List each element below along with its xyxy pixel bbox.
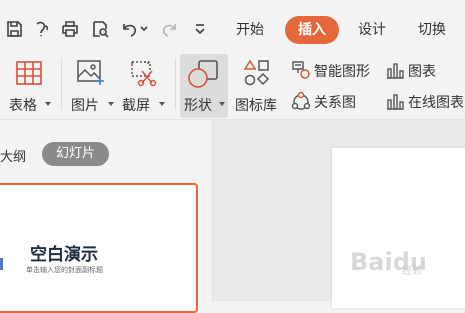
print-icon[interactable] (58, 17, 82, 41)
tab-design[interactable]: 设计 (358, 16, 386, 44)
redo-icon[interactable] (158, 17, 182, 41)
online-chart-label: 在线图表 (408, 95, 464, 111)
insert-ribbon: 表格 图片 截屏 形状 图标库 智能图形 图表 关系图 在线图表 (0, 50, 465, 118)
customize-dropdown-icon[interactable] (188, 17, 212, 41)
tab-insert[interactable]: 插入 (285, 16, 339, 44)
relation-chart-icon (290, 90, 312, 112)
shape-icon (186, 58, 220, 90)
chart-icon (384, 59, 406, 81)
table-dropdown-icon (45, 102, 51, 106)
table-label: 表格 (9, 98, 37, 114)
smart-graphic-label: 智能图形 (314, 64, 370, 80)
print-preview-icon[interactable] (88, 17, 112, 41)
slide-canvas[interactable] (332, 148, 465, 308)
screenshot-label: 截屏 (122, 98, 150, 114)
slides-tab[interactable]: 幻灯片 (42, 142, 110, 166)
ribbon-separator (175, 58, 176, 110)
shape-label: 形状 (184, 98, 212, 114)
picture-button[interactable]: 图片 (70, 54, 114, 118)
online-chart-button[interactable]: 在线图表 (384, 90, 465, 112)
smart-graphic-button[interactable]: 智能图形 (288, 59, 380, 81)
shape-button[interactable]: 形状 (180, 54, 228, 118)
table-button[interactable]: 表格 (8, 54, 52, 118)
icon-library-label: 图标库 (235, 98, 277, 114)
screenshot-dropdown-icon (159, 102, 165, 106)
online-chart-icon (384, 90, 406, 112)
smart-graphic-icon (290, 59, 312, 81)
icon-library-button[interactable]: 图标库 (232, 54, 282, 118)
table-icon (14, 60, 44, 86)
screenshot-scissors-icon (127, 58, 159, 88)
thumbnail-title: 空白演示 (30, 245, 98, 265)
relation-chart-label: 关系图 (314, 95, 356, 111)
picture-dropdown-icon (108, 102, 114, 106)
save-icon[interactable] (2, 17, 26, 41)
icon-library-icon (242, 58, 272, 88)
tab-start[interactable]: 开始 (236, 16, 264, 44)
chart-button[interactable]: 图表 (384, 59, 444, 81)
tab-transition[interactable]: 切换 (418, 16, 446, 44)
wps-assistant-icon[interactable] (30, 17, 54, 41)
undo-dropdown-icon[interactable] (137, 17, 151, 41)
watermark-subtext: 经验 (402, 266, 422, 277)
relation-chart-button[interactable]: 关系图 (288, 90, 368, 112)
ribbon-separator (61, 58, 62, 110)
picture-label: 图片 (71, 98, 99, 114)
screenshot-button[interactable]: 截屏 (122, 54, 166, 118)
outline-tab[interactable]: 大纲 (0, 146, 26, 165)
chart-label: 图表 (408, 64, 436, 80)
thumbnail-subtitle: 单击输入您的封面副标题 (26, 266, 103, 274)
picture-icon (75, 58, 107, 88)
shape-dropdown-icon (219, 102, 225, 106)
thumbnail-accent-mark (0, 258, 3, 270)
